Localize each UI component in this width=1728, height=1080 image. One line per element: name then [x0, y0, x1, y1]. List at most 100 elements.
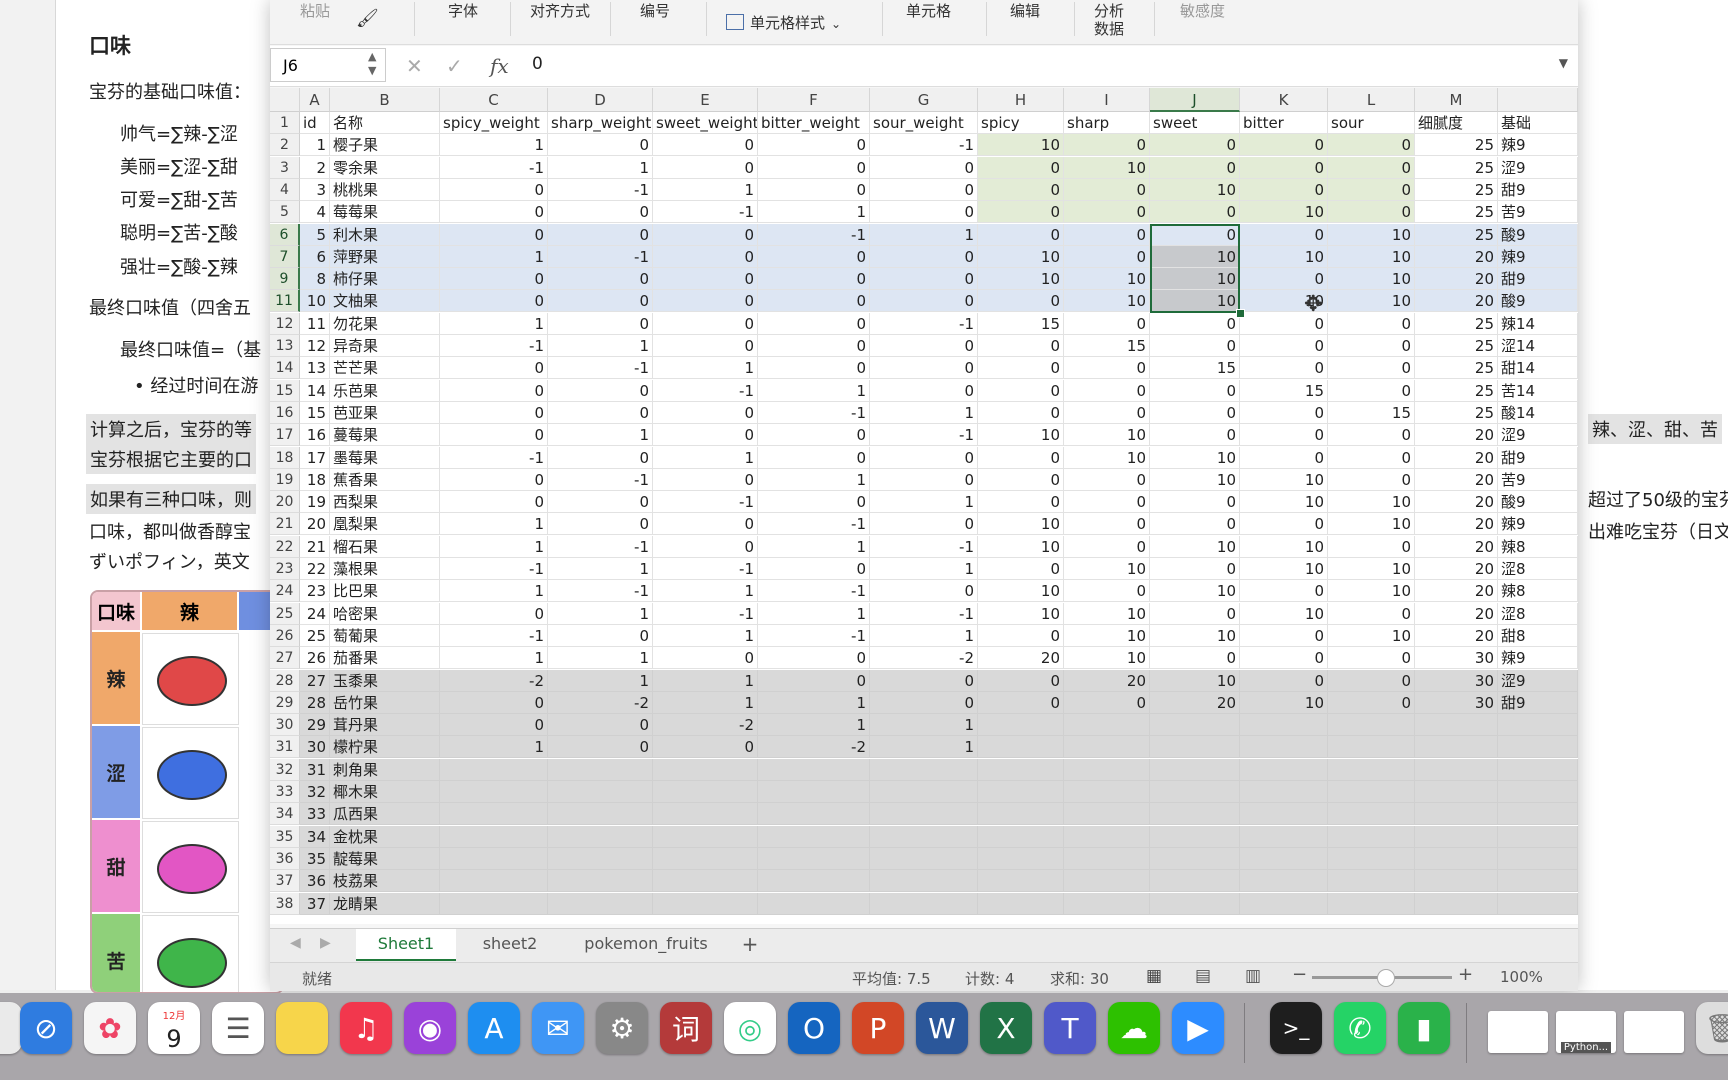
table-cell[interactable]: 37 — [300, 892, 330, 915]
table-cell[interactable] — [1064, 736, 1150, 759]
table-cell[interactable] — [1150, 781, 1240, 803]
table-cell[interactable]: 0 — [440, 290, 548, 313]
table-cell[interactable]: -1 — [440, 156, 548, 179]
chrome-icon[interactable]: ◎ — [724, 1002, 776, 1054]
table-cell[interactable]: 0 — [758, 134, 870, 157]
dictionary-icon[interactable]: 词 — [660, 1002, 712, 1054]
table-cell[interactable]: -1 — [440, 624, 548, 647]
table-cell[interactable]: 0 — [1328, 357, 1415, 380]
select-all-corner[interactable] — [270, 88, 300, 112]
table-cell[interactable]: 0 — [1064, 491, 1150, 514]
cell-style-button[interactable]: 单元格样式 ⌄ — [726, 14, 841, 33]
table-cell[interactable]: 0 — [1150, 424, 1240, 447]
table-cell[interactable]: 1 — [653, 624, 758, 647]
table-cell[interactable] — [758, 847, 870, 870]
table-cell[interactable] — [1328, 825, 1415, 848]
table-cell[interactable]: 10 — [1064, 446, 1150, 469]
column-header[interactable]: D — [548, 88, 653, 112]
table-cell[interactable]: 25 — [1415, 178, 1498, 201]
table-cell[interactable]: 1 — [758, 714, 870, 737]
table-cell[interactable] — [758, 758, 870, 781]
column-header[interactable]: I — [1064, 88, 1150, 112]
table-cell[interactable]: 0 — [758, 491, 870, 514]
table-cell[interactable] — [1498, 781, 1578, 803]
table-cell[interactable] — [548, 803, 653, 826]
edit-group-button[interactable]: 编辑 — [1010, 2, 1040, 20]
table-cell[interactable] — [1498, 870, 1578, 893]
table-cell[interactable]: 0 — [653, 223, 758, 246]
confirm-formula-icon[interactable]: ✓ — [446, 54, 463, 78]
table-cell[interactable] — [1150, 892, 1240, 915]
python-window-thumbnail[interactable]: Python... — [1556, 1011, 1616, 1053]
table-cell[interactable]: 1 — [653, 178, 758, 201]
table-cell[interactable]: 30 — [1415, 691, 1498, 714]
table-cell[interactable]: -1 — [548, 535, 653, 558]
table-cell[interactable]: 1 — [758, 602, 870, 625]
table-cell[interactable]: 10 — [1328, 580, 1415, 603]
table-cell[interactable]: 30 — [1415, 647, 1498, 670]
table-cell[interactable] — [1328, 714, 1415, 737]
table-cell[interactable]: 苦9 — [1498, 201, 1578, 224]
table-cell[interactable]: 10 — [978, 424, 1064, 447]
table-cell[interactable]: 0 — [758, 290, 870, 313]
table-cell[interactable]: 甜9 — [1498, 268, 1578, 291]
table-cell[interactable] — [548, 825, 653, 848]
table-cell[interactable]: 0 — [653, 290, 758, 313]
table-cell[interactable]: 0 — [1328, 535, 1415, 558]
table-cell[interactable]: 0 — [758, 647, 870, 670]
safari-icon[interactable]: ⊘ — [20, 1002, 72, 1054]
table-cell[interactable]: 0 — [758, 156, 870, 179]
table-cell[interactable]: 0 — [1240, 335, 1328, 357]
table-cell[interactable]: 11 — [300, 312, 330, 335]
table-cell[interactable]: 0 — [653, 401, 758, 424]
table-cell[interactable]: 1 — [870, 223, 978, 246]
table-cell[interactable]: 辣9 — [1498, 647, 1578, 670]
table-cell[interactable]: 0 — [1150, 558, 1240, 580]
table-cell[interactable]: 10 — [300, 290, 330, 313]
prev-sheet-icon[interactable]: ◀ — [290, 935, 301, 951]
header-cell[interactable]: spicy — [978, 112, 1064, 134]
table-cell[interactable]: 23 — [300, 580, 330, 603]
table-cell[interactable]: 0 — [1328, 379, 1415, 402]
table-cell[interactable]: 0 — [653, 134, 758, 157]
table-cell[interactable]: -1 — [548, 178, 653, 201]
table-cell[interactable] — [653, 847, 758, 870]
table-cell[interactable]: -2 — [548, 691, 653, 714]
table-cell[interactable]: -1 — [440, 446, 548, 469]
row-header[interactable]: 28 — [270, 669, 300, 692]
table-cell[interactable]: 0 — [548, 379, 653, 402]
table-cell[interactable]: 蕉香果 — [330, 468, 440, 491]
finder-icon[interactable] — [0, 1002, 22, 1054]
table-cell[interactable]: 10 — [1328, 558, 1415, 580]
table-cell[interactable]: 0 — [758, 312, 870, 335]
table-cell[interactable] — [758, 803, 870, 826]
table-cell[interactable]: 17 — [300, 446, 330, 469]
table-cell[interactable]: 15 — [1150, 357, 1240, 380]
table-cell[interactable]: 岳竹果 — [330, 691, 440, 714]
table-cell[interactable]: 0 — [548, 714, 653, 737]
table-cell[interactable]: 10 — [978, 602, 1064, 625]
table-cell[interactable]: 10 — [1064, 290, 1150, 313]
normal-view-icon[interactable]: ▦ — [1146, 966, 1162, 986]
table-cell[interactable]: 20 — [1064, 669, 1150, 692]
table-cell[interactable]: 10 — [1064, 558, 1150, 580]
table-cell[interactable]: 0 — [653, 268, 758, 291]
table-cell[interactable]: 10 — [1240, 201, 1328, 224]
table-cell[interactable]: 1 — [440, 647, 548, 670]
excel-icon[interactable]: X — [980, 1002, 1032, 1054]
table-cell[interactable] — [870, 803, 978, 826]
column-header[interactable]: L — [1328, 88, 1415, 112]
table-cell[interactable]: 0 — [1064, 178, 1150, 201]
table-cell[interactable] — [1064, 870, 1150, 893]
table-cell[interactable] — [1415, 714, 1498, 737]
word-icon[interactable]: W — [916, 1002, 968, 1054]
row-header[interactable]: 2 — [270, 134, 300, 157]
column-header[interactable]: A — [300, 88, 330, 112]
table-cell[interactable]: 椰木果 — [330, 781, 440, 803]
font-group-button[interactable]: 字体 — [448, 2, 478, 20]
table-cell[interactable] — [1415, 736, 1498, 759]
analyze-data-button[interactable]: 分析 数据 — [1094, 2, 1124, 38]
table-cell[interactable] — [1415, 870, 1498, 893]
table-cell[interactable]: 0 — [1240, 580, 1328, 603]
table-cell[interactable]: 零余果 — [330, 156, 440, 179]
